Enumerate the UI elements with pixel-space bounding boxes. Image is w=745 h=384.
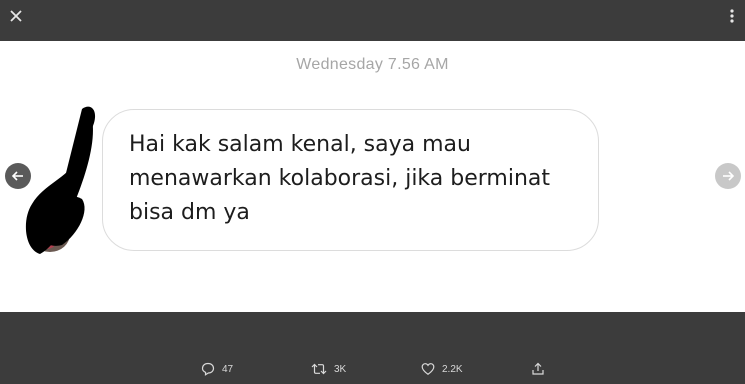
- viewer-top-bar: [0, 0, 745, 41]
- arrow-left-icon: [11, 171, 23, 181]
- message-line: Hai kak salam kenal, saya mau: [129, 132, 471, 157]
- retweet-button[interactable]: 3K: [311, 359, 346, 379]
- retweet-count: 3K: [334, 363, 347, 375]
- retweet-icon: [311, 363, 327, 375]
- heart-icon: [421, 363, 435, 376]
- more-options-button[interactable]: [727, 7, 737, 25]
- share-button[interactable]: [531, 359, 552, 379]
- redacted-avatar: [25, 106, 96, 254]
- close-icon: [10, 10, 22, 22]
- media-image: Wednesday 7.56 AM Hai kak salam kenal, s…: [0, 41, 745, 312]
- more-vertical-icon: [730, 9, 734, 23]
- like-count: 2.2K: [442, 363, 463, 375]
- share-icon: [532, 362, 544, 375]
- message-line: menawarkan kolaborasi, jika berminat: [129, 166, 551, 191]
- message-text: Hai kak salam kenal, saya mau menawarkan …: [129, 128, 589, 230]
- close-button[interactable]: [7, 7, 25, 25]
- arrow-right-icon: [723, 171, 735, 181]
- reply-icon: [201, 362, 215, 376]
- reply-count: 47: [222, 363, 234, 375]
- message-timestamp: Wednesday 7.56 AM: [296, 56, 449, 73]
- tweet-actions-bar: 47 3K 2.2K: [0, 312, 745, 384]
- reply-button[interactable]: 47: [201, 359, 233, 379]
- message-line: bisa dm ya: [129, 200, 250, 225]
- previous-image-button[interactable]: [5, 163, 31, 189]
- message-bubble: Hai kak salam kenal, saya mau menawarkan …: [102, 109, 599, 251]
- like-button[interactable]: 2.2K: [421, 359, 463, 379]
- next-image-button[interactable]: [715, 163, 741, 189]
